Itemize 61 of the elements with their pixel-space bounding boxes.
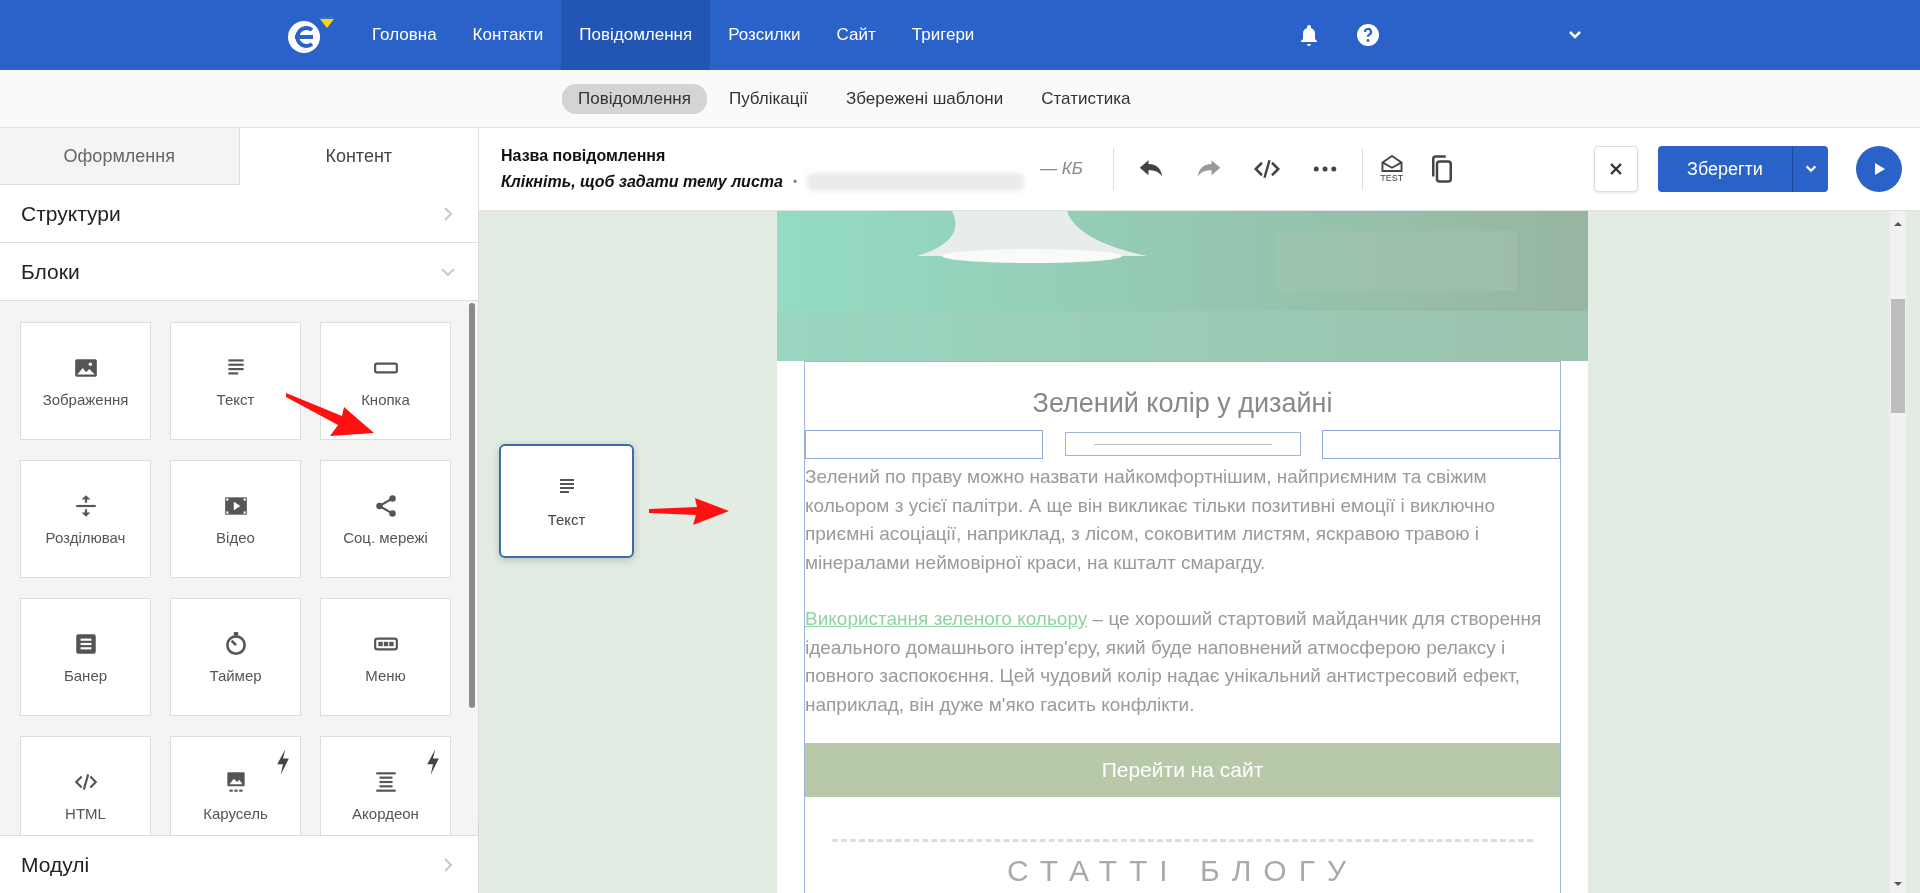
block-tile[interactable]: Текст [170, 322, 301, 440]
email-heading: Зелений колір у дизайні [1031, 387, 1334, 420]
section-title: Блоки [21, 259, 80, 284]
nav-link[interactable]: Розсилки [710, 0, 819, 70]
block-label: Соц. мережі [343, 528, 428, 546]
block-tile[interactable]: Кнопка [320, 322, 451, 440]
section-heading: СТАТТІ БЛОГУ [1006, 854, 1359, 888]
block-tile[interactable]: Карусель [170, 736, 301, 835]
section-title: Структури [21, 201, 121, 226]
body-paragraph: Зелений по праву можно назвати найкомфортнішим, найприємним та свіжим кольором з усієї палітри. А ще він викликає тільки позитивні емоції і виключно приємні асоціації, наприклад, з лісом, соковитим листям, яскравою травою і мінералами неймовірної краси, на кшталт смарагду. [805, 465, 1496, 575]
block-tile[interactable]: Зображення [20, 322, 151, 440]
size-label: — КБ [1040, 159, 1083, 179]
block-label: Відео [216, 528, 255, 546]
separator-dot: • [792, 175, 798, 189]
scroll-down-icon[interactable] [1893, 879, 1903, 889]
block-tile[interactable]: HTML [20, 736, 151, 835]
body-paragraph: Використання зеленого кольору – це хороший стартовий майданчик для створення ідеального домашнього інтер'єру, який буде наповнений атмосферою релаксу і повного заспокоєння. Цей чудовий колір надає унікальний антистресовий ефект, наприклад, він дуже м'яко гасить конфлікти. [805, 607, 1543, 717]
nav-link[interactable]: Повідомлення [561, 0, 711, 70]
block-tile[interactable]: Відео [170, 460, 301, 578]
block-tile[interactable]: Акордеон [320, 736, 451, 835]
save-button[interactable]: Зберегти [1658, 146, 1792, 192]
block-tile[interactable]: Меню [320, 598, 451, 716]
subnav-tab[interactable]: Статистика [1025, 83, 1147, 114]
subnav-tab[interactable]: Публікації [712, 83, 824, 114]
nav-link[interactable]: Головна [354, 0, 455, 70]
block-tile[interactable]: Банер [20, 598, 151, 716]
block-label: Акордеон [352, 804, 419, 822]
subject-hint[interactable]: Клікніть, щоб задати тему листа [501, 173, 783, 191]
scrollbar-thumb[interactable] [469, 303, 475, 708]
block-label: Карусель [203, 804, 268, 822]
block-tile[interactable]: Соц. мережі [320, 460, 451, 578]
close-icon [1608, 161, 1624, 177]
logo-icon[interactable] [286, 15, 334, 55]
block-label: Меню [365, 666, 406, 684]
save-options-button[interactable] [1792, 146, 1828, 192]
play-button[interactable] [1856, 146, 1902, 192]
section-title: Модулі [21, 852, 90, 877]
block-label: Банер [63, 666, 108, 684]
section-header[interactable]: Модулі [0, 835, 478, 893]
scroll-up-icon[interactable] [1893, 219, 1903, 229]
close-button[interactable] [1594, 146, 1638, 192]
block-tile[interactable]: Розділювач [20, 460, 151, 578]
panel-tab[interactable]: Оформлення [0, 128, 240, 185]
block-tile[interactable]: Таймер [170, 598, 301, 716]
subnav-tab[interactable]: Збережені шаблони [830, 83, 1020, 114]
block-label: Розділювач [45, 528, 126, 546]
block-label: Текст [216, 390, 255, 408]
block-label: HTML [65, 804, 106, 822]
nav-link[interactable]: Контакти [454, 0, 562, 70]
help-icon[interactable] [1356, 23, 1380, 47]
nav-link[interactable]: Тригери [893, 0, 993, 70]
dragged-text-block[interactable]: Текст [499, 444, 634, 558]
nav-link[interactable]: Сайт [818, 0, 894, 70]
subnav-tab[interactable]: Повідомлення [562, 83, 707, 114]
block-label: Кнопка [361, 390, 410, 408]
message-name[interactable]: Назва повідомлення [501, 147, 1024, 165]
block-label: Зображення [42, 390, 129, 408]
test-send-button[interactable]: TEST [1378, 155, 1405, 183]
scrollbar[interactable] [1890, 211, 1906, 893]
scrollbar-thumb[interactable] [1891, 299, 1905, 413]
block-label: Таймер [209, 666, 262, 684]
